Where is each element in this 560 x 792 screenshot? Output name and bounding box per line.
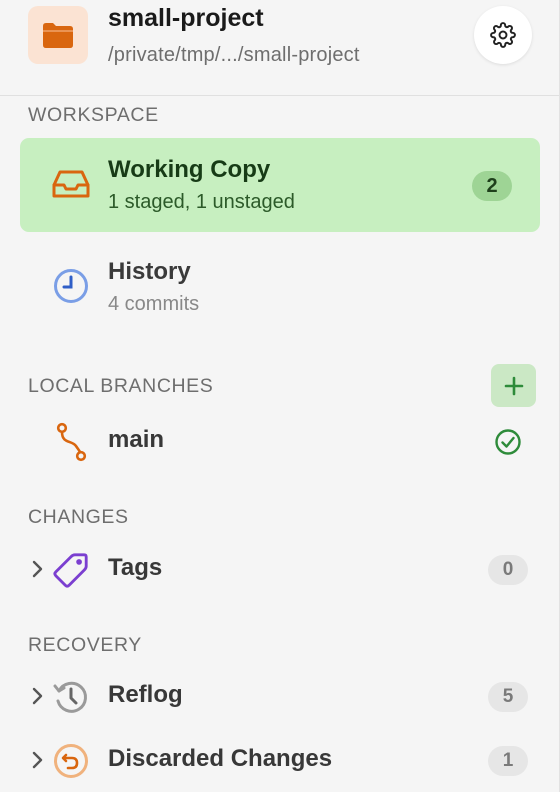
nav-item-history[interactable]: History 4 commits bbox=[20, 240, 540, 334]
sidebar: small-project /private/tmp/.../small-pro… bbox=[0, 0, 560, 792]
gear-icon bbox=[490, 22, 516, 48]
project-header: small-project /private/tmp/.../small-pro… bbox=[0, 0, 560, 96]
section-title-local-branches: LOCAL BRANCHES bbox=[28, 375, 214, 397]
settings-button[interactable] bbox=[474, 6, 532, 64]
nav-item-label: Working Copy bbox=[108, 156, 271, 183]
section-title-recovery: RECOVERY bbox=[28, 634, 142, 656]
recovery-item-discarded-changes[interactable]: Discarded Changes 1 bbox=[0, 735, 560, 785]
nav-item-working-copy[interactable]: Working Copy 1 staged, 1 unstaged 2 bbox=[20, 138, 540, 232]
tag-icon bbox=[52, 551, 90, 589]
history-icon bbox=[52, 678, 90, 716]
nav-item-subtitle: 1 staged, 1 unstaged bbox=[108, 191, 295, 213]
branch-label: main bbox=[108, 426, 165, 453]
count-badge: 0 bbox=[488, 555, 528, 585]
project-name: small-project bbox=[108, 4, 264, 32]
folder-icon bbox=[28, 6, 88, 64]
chevron-right-icon[interactable] bbox=[30, 559, 46, 579]
count-badge: 5 bbox=[488, 682, 528, 712]
changes-item-tags[interactable]: Tags 0 bbox=[0, 544, 560, 594]
recovery-item-label: Reflog bbox=[108, 681, 183, 708]
nav-item-subtitle: 4 commits bbox=[108, 293, 200, 315]
section-title-workspace: WORKSPACE bbox=[28, 104, 159, 126]
changes-item-label: Tags bbox=[108, 554, 163, 581]
branch-icon bbox=[52, 422, 90, 462]
count-badge: 1 bbox=[488, 746, 528, 776]
branch-item-main[interactable]: main bbox=[0, 416, 560, 466]
undo-circle-icon bbox=[52, 742, 90, 780]
chevron-right-icon[interactable] bbox=[30, 686, 46, 706]
chevron-right-icon[interactable] bbox=[30, 750, 46, 770]
recovery-item-label: Discarded Changes bbox=[108, 745, 333, 772]
recovery-item-reflog[interactable]: Reflog 5 bbox=[0, 671, 560, 721]
check-circle-icon bbox=[495, 429, 521, 455]
plus-icon bbox=[504, 376, 523, 395]
change-count-badge: 2 bbox=[472, 171, 512, 201]
add-branch-button[interactable] bbox=[491, 364, 536, 407]
section-title-changes: CHANGES bbox=[28, 506, 129, 528]
nav-item-label: History bbox=[108, 258, 191, 285]
clock-icon bbox=[50, 268, 92, 304]
project-path: /private/tmp/.../small-project bbox=[108, 44, 360, 66]
inbox-tray-icon bbox=[50, 166, 92, 202]
